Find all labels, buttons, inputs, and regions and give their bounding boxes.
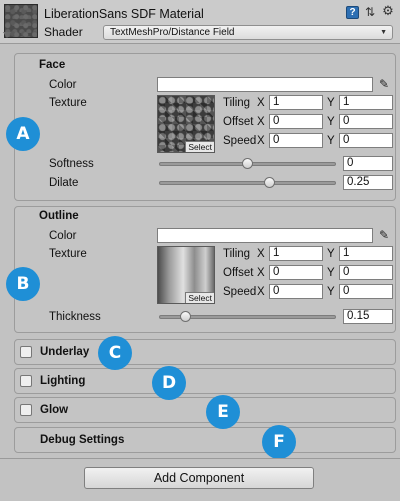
face-offset-label: Offset — [223, 116, 254, 128]
face-speed-x-field[interactable]: 0 — [269, 133, 323, 148]
glow-foldout[interactable]: Glow — [14, 397, 396, 423]
face-texture-label: Texture — [49, 97, 87, 109]
outline-offset-y-label: Y — [327, 267, 335, 279]
dilate-slider-track[interactable] — [159, 181, 336, 185]
glow-checkbox[interactable] — [20, 404, 32, 416]
lighting-foldout[interactable]: Lighting — [14, 368, 396, 394]
face-speed-y-field[interactable]: 0 — [339, 133, 393, 148]
outline-tiling-x-field[interactable]: 1 — [269, 246, 323, 261]
header-fold-arrow-icon[interactable] — [3, 32, 11, 38]
outline-speed-x-field[interactable]: 0 — [269, 284, 323, 299]
outline-tiling-x-label: X — [257, 248, 265, 260]
face-tiling-x-label: X — [257, 97, 265, 109]
help-icon[interactable]: ? — [346, 6, 359, 19]
outline-tiling-y-field[interactable]: 1 — [339, 246, 393, 261]
softness-slider-handle[interactable] — [241, 158, 253, 169]
face-color-label: Color — [49, 79, 77, 91]
callout-badge-b: B — [6, 267, 40, 301]
outline-offset-label: Offset — [223, 267, 254, 279]
outline-section-title: Outline — [39, 210, 79, 222]
debug-settings-label: Debug Settings — [40, 434, 125, 446]
thickness-value-field[interactable]: 0.15 — [343, 309, 393, 324]
outline-texture-select-button[interactable]: Select — [185, 292, 214, 303]
gear-icon[interactable]: ⚙ — [381, 4, 395, 18]
face-offset-x-label: X — [257, 116, 265, 128]
dilate-value-field[interactable]: 0.25 — [343, 175, 393, 190]
outline-speed-x-label: X — [257, 286, 265, 298]
eyedropper-icon[interactable]: ✎ — [377, 228, 391, 242]
outline-offset-y-field[interactable]: 0 — [339, 265, 393, 280]
face-panel: Face Color ✎ Texture Select Tiling X 1 Y… — [14, 53, 396, 201]
preset-icon[interactable]: ⇅ — [363, 5, 377, 19]
outline-speed-label: Speed — [223, 286, 257, 298]
glow-label: Glow — [40, 404, 69, 416]
callout-badge-f: F — [262, 425, 296, 459]
face-offset-x-field[interactable]: 0 — [269, 114, 323, 129]
callout-badge-e: E — [206, 395, 240, 429]
dilate-slider-handle[interactable] — [263, 177, 275, 188]
chevron-down-icon: ▼ — [380, 29, 387, 36]
face-tiling-y-label: Y — [327, 97, 335, 109]
thickness-slider-handle[interactable] — [179, 311, 191, 322]
outline-color-label: Color — [49, 230, 77, 242]
softness-label: Softness — [49, 158, 94, 170]
outline-offset-x-label: X — [257, 267, 265, 279]
face-offset-y-field[interactable]: 0 — [339, 114, 393, 129]
debug-settings-foldout[interactable]: Debug Settings — [14, 427, 396, 453]
callout-badge-c: C — [98, 336, 132, 370]
lighting-label: Lighting — [40, 375, 86, 387]
lighting-checkbox[interactable] — [20, 375, 32, 387]
outline-offset-x-field[interactable]: 0 — [269, 265, 323, 280]
outline-panel: Outline Color ✎ Texture Select Tiling X … — [14, 206, 396, 333]
callout-badge-d: D — [152, 366, 186, 400]
face-color-field[interactable] — [157, 77, 373, 92]
softness-value-field[interactable]: 0 — [343, 156, 393, 171]
shader-dropdown[interactable]: TextMeshPro/Distance Field ▼ — [103, 25, 393, 40]
outline-texture-label: Texture — [49, 248, 87, 260]
face-speed-label: Speed — [223, 135, 257, 147]
face-tiling-y-field[interactable]: 1 — [339, 95, 393, 110]
outline-tiling-y-label: Y — [327, 248, 335, 260]
outline-color-field[interactable] — [157, 228, 373, 243]
face-tiling-label: Tiling — [223, 97, 251, 109]
underlay-checkbox[interactable] — [20, 346, 32, 358]
face-section-title: Face — [39, 59, 66, 71]
underlay-label: Underlay — [40, 346, 90, 358]
face-texture-select-button[interactable]: Select — [185, 141, 214, 152]
shader-dropdown-value: TextMeshPro/Distance Field — [110, 27, 235, 38]
thickness-label: Thickness — [49, 311, 101, 323]
underlay-foldout[interactable]: Underlay — [14, 339, 396, 365]
outline-speed-y-field[interactable]: 0 — [339, 284, 393, 299]
outline-tiling-label: Tiling — [223, 248, 251, 260]
eyedropper-icon[interactable]: ✎ — [377, 77, 391, 91]
outline-texture-thumbnail[interactable]: Select — [157, 246, 215, 304]
face-speed-x-label: X — [257, 135, 265, 147]
callout-badge-a: A — [6, 117, 40, 151]
face-speed-y-label: Y — [327, 135, 335, 147]
material-title: LiberationSans SDF Material — [44, 7, 204, 21]
shader-label: Shader — [44, 25, 83, 39]
face-texture-thumbnail[interactable]: Select — [157, 95, 215, 153]
face-offset-y-label: Y — [327, 116, 335, 128]
footer-divider — [0, 458, 400, 459]
dilate-label: Dilate — [49, 177, 79, 189]
add-component-button[interactable]: Add Component — [84, 467, 314, 489]
outline-speed-y-label: Y — [327, 286, 335, 298]
face-tiling-x-field[interactable]: 1 — [269, 95, 323, 110]
